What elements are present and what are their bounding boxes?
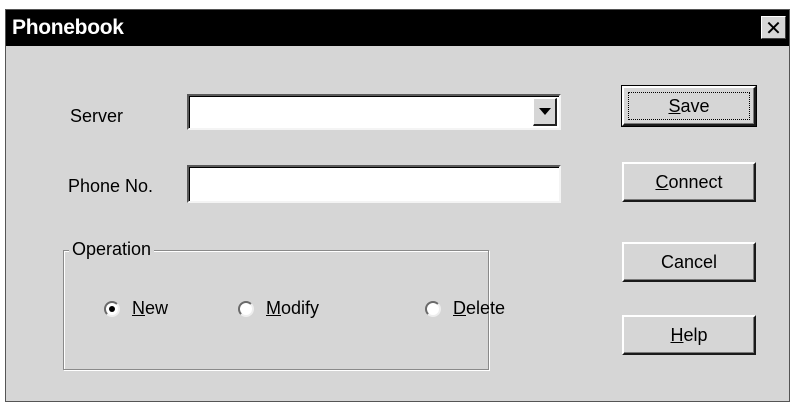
phonebook-dialog: Phonebook ✕ Server Phone No. Operation N… xyxy=(5,9,790,402)
chevron-down-icon xyxy=(538,108,551,115)
radio-modify-label: Modify xyxy=(266,298,320,318)
server-label: Server xyxy=(70,106,124,126)
radio-delete-indicator[interactable] xyxy=(425,300,441,317)
radio-new-indicator[interactable] xyxy=(104,300,120,317)
phone-input[interactable] xyxy=(187,165,561,203)
radio-new-label: New xyxy=(132,298,169,318)
radio-delete[interactable]: Delete xyxy=(425,298,505,319)
close-button[interactable]: ✕ xyxy=(761,16,786,39)
radio-delete-label: Delete xyxy=(453,298,506,318)
connect-button-label: Connect xyxy=(655,171,723,192)
phone-label: Phone No. xyxy=(68,176,154,196)
server-dropdown-button[interactable] xyxy=(533,98,557,126)
help-button-label: Help xyxy=(670,324,708,345)
window-title: Phonebook xyxy=(12,16,124,39)
connect-button[interactable]: Connect xyxy=(622,162,756,202)
radio-modify[interactable]: Modify xyxy=(238,298,319,319)
radio-new[interactable]: New xyxy=(104,298,168,319)
close-icon: ✕ xyxy=(765,15,782,40)
cancel-button-label: Cancel xyxy=(660,251,718,272)
operation-legend: Operation xyxy=(69,239,155,260)
save-button[interactable]: Save xyxy=(621,85,757,127)
help-button[interactable]: Help xyxy=(622,315,756,355)
title-bar[interactable]: Phonebook ✕ xyxy=(6,10,789,46)
server-combobox[interactable] xyxy=(187,94,561,130)
radio-modify-indicator[interactable] xyxy=(238,300,254,317)
focus-rectangle xyxy=(628,92,750,120)
cancel-button[interactable]: Cancel xyxy=(622,242,756,282)
